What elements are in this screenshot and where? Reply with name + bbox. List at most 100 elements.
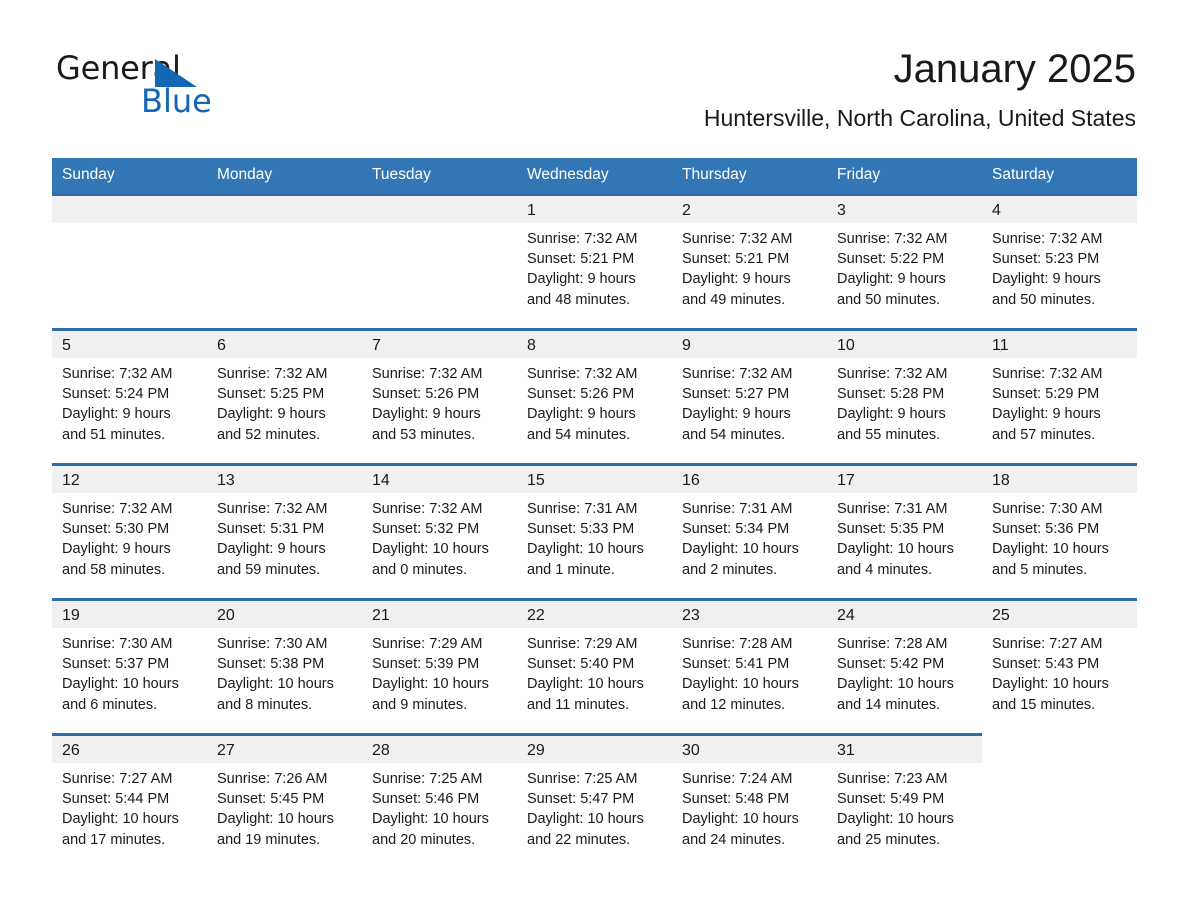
day-number: 31	[827, 736, 982, 763]
sunset-time: Sunset: 5:45 PM	[217, 791, 325, 808]
daylight-duration: Daylight: 9 hours and 59 minutes.	[217, 541, 326, 578]
calendar-day-cell[interactable]: 21 Sunrise: 7:29 AM Sunset: 5:39 PM Dayligh…	[362, 598, 517, 735]
calendar-day-cell[interactable]: 15 Sunrise: 7:31 AM Sunset: 5:33 PM Dayligh…	[517, 463, 672, 600]
day-number: 29	[517, 736, 672, 763]
page-title: January 2025	[893, 47, 1136, 91]
day-number: 5	[52, 331, 207, 358]
sunrise-time: Sunrise: 7:32 AM	[682, 366, 793, 382]
general-blue-logo[interactable]: General Blue	[56, 44, 256, 117]
daylight-duration: Daylight: 10 hours and 22 minutes.	[527, 811, 644, 848]
calendar-day-cell[interactable]: 8 Sunrise: 7:32 AM Sunset: 5:26 PM Daylight…	[517, 328, 672, 465]
calendar-day-cell[interactable]: 3 Sunrise: 7:32 AM Sunset: 5:22 PM Daylight…	[827, 193, 982, 330]
day-number: 20	[207, 601, 362, 628]
sunrise-time: Sunrise: 7:25 AM	[372, 771, 483, 787]
calendar-week-row: 1 Sunrise: 7:32 AM Sunset: 5:21 PM Daylight…	[52, 193, 1137, 330]
sunrise-time: Sunrise: 7:32 AM	[62, 501, 173, 517]
sunset-time: Sunset: 5:33 PM	[527, 521, 635, 538]
calendar-day-cell[interactable]: 14 Sunrise: 7:32 AM Sunset: 5:32 PM Dayligh…	[362, 463, 517, 600]
page-header: General Blue January 2025 Huntersville, …	[0, 0, 1188, 131]
calendar-empty-cell	[207, 193, 362, 330]
daylight-duration: Daylight: 9 hours and 50 minutes.	[837, 271, 946, 308]
calendar-empty-cell	[982, 733, 1137, 870]
day-number	[362, 196, 517, 223]
day-number: 19	[52, 601, 207, 628]
sunrise-time: Sunrise: 7:32 AM	[992, 366, 1103, 382]
calendar-day-cell[interactable]: 5 Sunrise: 7:32 AM Sunset: 5:24 PM Daylight…	[52, 328, 207, 465]
day-number: 13	[207, 466, 362, 493]
calendar-day-cell[interactable]: 4 Sunrise: 7:32 AM Sunset: 5:23 PM Daylight…	[982, 193, 1137, 330]
calendar-day-cell[interactable]: 20 Sunrise: 7:30 AM Sunset: 5:38 PM Dayligh…	[207, 598, 362, 735]
calendar-day-cell[interactable]: 31 Sunrise: 7:23 AM Sunset: 5:49 PM Dayligh…	[827, 733, 982, 870]
calendar-day-cell[interactable]: 2 Sunrise: 7:32 AM Sunset: 5:21 PM Daylight…	[672, 193, 827, 330]
calendar-day-cell[interactable]: 7 Sunrise: 7:32 AM Sunset: 5:26 PM Daylight…	[362, 328, 517, 465]
sunrise-time: Sunrise: 7:32 AM	[372, 501, 483, 517]
sunrise-time: Sunrise: 7:31 AM	[682, 501, 793, 517]
calendar-day-cell[interactable]: 1 Sunrise: 7:32 AM Sunset: 5:21 PM Daylight…	[517, 193, 672, 330]
daylight-duration: Daylight: 10 hours and 1 minute.	[527, 541, 644, 578]
sunset-time: Sunset: 5:43 PM	[992, 656, 1100, 673]
title-block: January 2025 Huntersville, North Carolin…	[704, 44, 1136, 132]
calendar-day-cell[interactable]: 18 Sunrise: 7:30 AM Sunset: 5:36 PM Dayligh…	[982, 463, 1137, 600]
calendar-day-cell[interactable]: 23 Sunrise: 7:28 AM Sunset: 5:41 PM Dayligh…	[672, 598, 827, 735]
day-details: Sunrise: 7:32 AM Sunset: 5:24 PM Daylight:…	[52, 358, 207, 445]
sunset-time: Sunset: 5:21 PM	[682, 251, 790, 268]
day-details: Sunrise: 7:32 AM Sunset: 5:23 PM Daylight:…	[982, 223, 1137, 310]
calendar-day-cell[interactable]: 10 Sunrise: 7:32 AM Sunset: 5:28 PM Dayligh…	[827, 328, 982, 465]
sunset-time: Sunset: 5:24 PM	[62, 386, 170, 403]
calendar-day-cell[interactable]: 13 Sunrise: 7:32 AM Sunset: 5:31 PM Dayligh…	[207, 463, 362, 600]
sunset-time: Sunset: 5:22 PM	[837, 251, 945, 268]
daylight-duration: Daylight: 9 hours and 58 minutes.	[62, 541, 171, 578]
sunset-time: Sunset: 5:32 PM	[372, 521, 480, 538]
day-details: Sunrise: 7:27 AM Sunset: 5:43 PM Daylight:…	[982, 628, 1137, 715]
day-details: Sunrise: 7:26 AM Sunset: 5:45 PM Daylight:…	[207, 763, 362, 850]
sunset-time: Sunset: 5:38 PM	[217, 656, 325, 673]
sunset-time: Sunset: 5:40 PM	[527, 656, 635, 673]
calendar-day-cell[interactable]: 12 Sunrise: 7:32 AM Sunset: 5:30 PM Dayligh…	[52, 463, 207, 600]
calendar-day-cell[interactable]: 6 Sunrise: 7:32 AM Sunset: 5:25 PM Daylight…	[207, 328, 362, 465]
day-number: 9	[672, 331, 827, 358]
sunrise-time: Sunrise: 7:28 AM	[837, 636, 948, 652]
daylight-duration: Daylight: 10 hours and 24 minutes.	[682, 811, 799, 848]
day-details: Sunrise: 7:31 AM Sunset: 5:33 PM Daylight:…	[517, 493, 672, 580]
calendar-day-cell[interactable]: 26 Sunrise: 7:27 AM Sunset: 5:44 PM Dayligh…	[52, 733, 207, 870]
calendar-day-cell[interactable]: 27 Sunrise: 7:26 AM Sunset: 5:45 PM Dayligh…	[207, 733, 362, 870]
day-number: 3	[827, 196, 982, 223]
daylight-duration: Daylight: 10 hours and 17 minutes.	[62, 811, 179, 848]
day-number: 18	[982, 466, 1137, 493]
sunrise-time: Sunrise: 7:25 AM	[527, 771, 638, 787]
calendar-day-cell[interactable]: 30 Sunrise: 7:24 AM Sunset: 5:48 PM Dayligh…	[672, 733, 827, 870]
day-details: Sunrise: 7:25 AM Sunset: 5:47 PM Daylight:…	[517, 763, 672, 850]
daylight-duration: Daylight: 9 hours and 50 minutes.	[992, 271, 1101, 308]
calendar-day-cell[interactable]: 9 Sunrise: 7:32 AM Sunset: 5:27 PM Daylight…	[672, 328, 827, 465]
calendar-day-cell[interactable]: 28 Sunrise: 7:25 AM Sunset: 5:46 PM Dayligh…	[362, 733, 517, 870]
calendar-day-cell[interactable]: 11 Sunrise: 7:32 AM Sunset: 5:29 PM Dayligh…	[982, 328, 1137, 465]
calendar-week-row: 26 Sunrise: 7:27 AM Sunset: 5:44 PM Dayligh…	[52, 733, 1137, 870]
day-details: Sunrise: 7:32 AM Sunset: 5:30 PM Daylight:…	[52, 493, 207, 580]
sunrise-time: Sunrise: 7:32 AM	[837, 366, 948, 382]
calendar-day-cell[interactable]: 16 Sunrise: 7:31 AM Sunset: 5:34 PM Dayligh…	[672, 463, 827, 600]
calendar-day-cell[interactable]: 17 Sunrise: 7:31 AM Sunset: 5:35 PM Dayligh…	[827, 463, 982, 600]
calendar-day-cell[interactable]: 25 Sunrise: 7:27 AM Sunset: 5:43 PM Dayligh…	[982, 598, 1137, 735]
weekday-header-sunday: Sunday	[52, 158, 207, 195]
sunset-time: Sunset: 5:48 PM	[682, 791, 790, 808]
day-number: 22	[517, 601, 672, 628]
calendar-day-cell[interactable]: 29 Sunrise: 7:25 AM Sunset: 5:47 PM Dayligh…	[517, 733, 672, 870]
day-number	[207, 196, 362, 223]
calendar-day-cell[interactable]: 19 Sunrise: 7:30 AM Sunset: 5:37 PM Dayligh…	[52, 598, 207, 735]
calendar-day-cell[interactable]: 22 Sunrise: 7:29 AM Sunset: 5:40 PM Dayligh…	[517, 598, 672, 735]
day-number: 4	[982, 196, 1137, 223]
daylight-duration: Daylight: 9 hours and 51 minutes.	[62, 406, 171, 443]
day-details: Sunrise: 7:32 AM Sunset: 5:29 PM Daylight:…	[982, 358, 1137, 445]
sunset-time: Sunset: 5:46 PM	[372, 791, 480, 808]
day-number: 11	[982, 331, 1137, 358]
sunrise-time: Sunrise: 7:31 AM	[837, 501, 948, 517]
sunset-time: Sunset: 5:49 PM	[837, 791, 945, 808]
sunset-time: Sunset: 5:29 PM	[992, 386, 1100, 403]
sunset-time: Sunset: 5:47 PM	[527, 791, 635, 808]
day-number: 6	[207, 331, 362, 358]
day-details: Sunrise: 7:24 AM Sunset: 5:48 PM Daylight:…	[672, 763, 827, 850]
weekday-header-tuesday: Tuesday	[362, 158, 517, 195]
calendar-table: Sunday Monday Tuesday Wednesday Thursday…	[52, 158, 1137, 870]
calendar-day-cell[interactable]: 24 Sunrise: 7:28 AM Sunset: 5:42 PM Dayligh…	[827, 598, 982, 735]
sunset-time: Sunset: 5:37 PM	[62, 656, 170, 673]
